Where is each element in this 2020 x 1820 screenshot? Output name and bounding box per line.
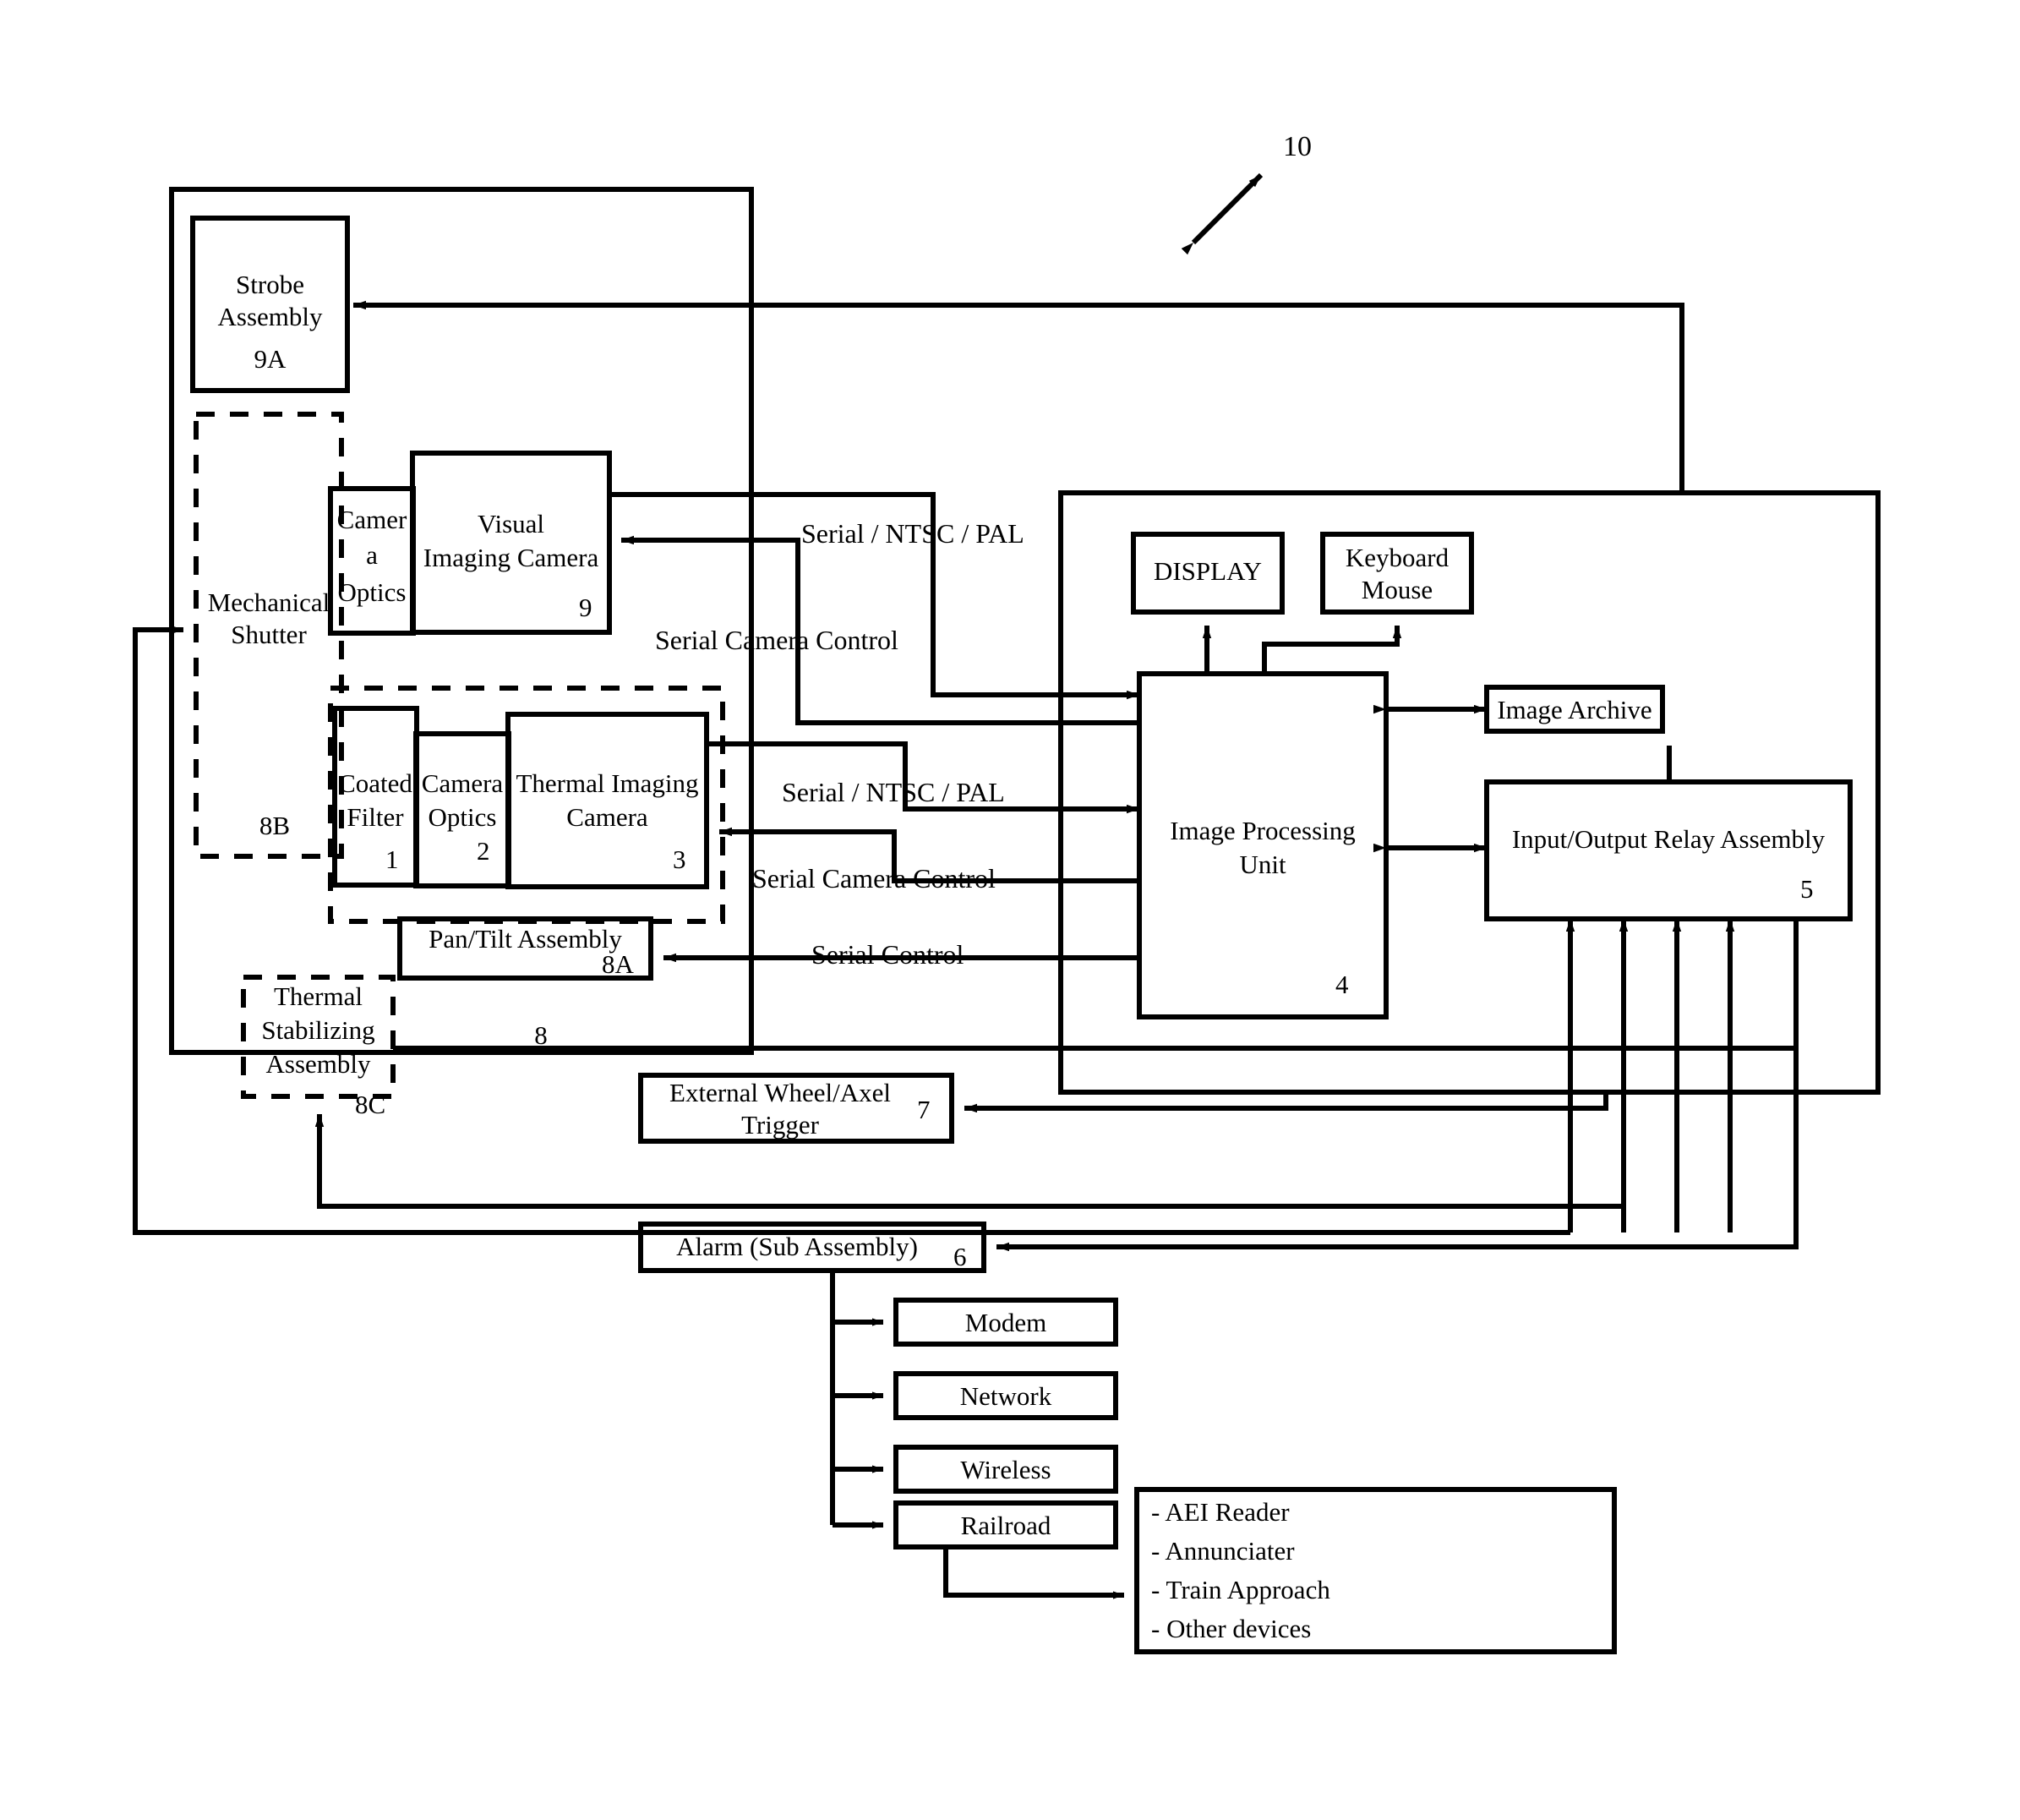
signal-label-thermal-control: Serial Camera Control xyxy=(752,863,996,894)
signal-label-visual-video: Serial / NTSC / PAL xyxy=(801,518,1024,549)
block-thermal-imaging-camera-ref: 3 xyxy=(673,844,686,874)
block-camera-enclosure-ref: 8 xyxy=(534,1020,548,1050)
block-visual-imaging-camera-ref: 9 xyxy=(579,593,592,622)
signal-label-pan-tilt-control: Serial Control xyxy=(811,939,964,970)
patent-figure-canvas: 10 Strobe Assembly 9A Mechanical Shutter… xyxy=(0,0,2020,1820)
block-pan-tilt-assembly-ref: 8A xyxy=(602,949,634,979)
block-mechanical-shutter-label-line2: Shutter xyxy=(231,620,307,649)
block-io-relay-assembly-label: Input/Output Relay Assembly xyxy=(1511,824,1826,854)
block-camera-optics-thermal-ref: 2 xyxy=(477,836,490,866)
railroad-device-item-1: - Annunciater xyxy=(1151,1536,1295,1566)
block-image-archive-label: Image Archive xyxy=(1497,695,1652,724)
block-modem-label: Modem xyxy=(964,1308,1047,1337)
signal-label-visual-control: Serial Camera Control xyxy=(655,625,898,655)
block-external-trigger-line2: Trigger xyxy=(741,1110,819,1140)
block-image-processing-unit-ref: 4 xyxy=(1335,970,1349,999)
block-camera-optics-thermal-line1: Camera xyxy=(421,768,504,798)
block-camera-optics-thermal-line2: Optics xyxy=(428,802,497,832)
signal-label-thermal-video: Serial / NTSC / PAL xyxy=(782,777,1005,807)
block-image-processing-unit-line2: Unit xyxy=(1239,850,1286,879)
block-thermal-stabilizing-ref: 8C xyxy=(355,1090,386,1119)
block-thermal-stabilizing-line1: Thermal xyxy=(273,981,363,1011)
block-visual-imaging-camera-line2: Imaging Camera xyxy=(423,543,599,572)
block-strobe-assembly-label-line2: Assembly xyxy=(217,302,323,331)
block-strobe-assembly-ref: 9A xyxy=(254,344,287,374)
railroad-device-item-3: - Other devices xyxy=(1151,1614,1312,1643)
block-io-relay-assembly-ref: 5 xyxy=(1800,874,1814,904)
block-camera-optics-visual-line1: Camer xyxy=(336,505,407,534)
block-thermal-stabilizing-line2: Stabilizing xyxy=(261,1015,375,1045)
block-camera-optics-visual-line2: a xyxy=(366,540,378,570)
block-alarm-sub-assembly-label: Alarm (Sub Assembly) xyxy=(676,1232,918,1261)
block-external-trigger-ref: 7 xyxy=(917,1095,931,1124)
block-external-trigger-line1: External Wheel/Axel xyxy=(669,1078,891,1107)
block-network-label: Network xyxy=(959,1381,1052,1411)
block-keyboard-mouse-line2: Mouse xyxy=(1361,575,1433,604)
block-coated-filter-ref: 1 xyxy=(385,844,399,874)
block-display-label: DISPLAY xyxy=(1153,556,1263,586)
block-coated-filter-line1: Coated xyxy=(338,768,412,798)
block-wireless-label: Wireless xyxy=(960,1455,1051,1484)
block-thermal-stabilizing-line3: Assembly xyxy=(265,1049,371,1079)
block-thermal-imaging-camera-line1: Thermal Imaging xyxy=(516,768,699,798)
block-image-processing-unit-line1: Image Processing xyxy=(1170,816,1356,845)
figure-reference-numeral: 10 xyxy=(1283,131,1312,162)
block-railroad-label: Railroad xyxy=(960,1511,1051,1540)
railroad-device-item-2: - Train Approach xyxy=(1151,1575,1330,1604)
block-mechanical-shutter-ref: 8B xyxy=(259,811,291,840)
block-mechanical-shutter-label-line1: Mechanical xyxy=(207,588,330,617)
block-keyboard-mouse-line1: Keyboard xyxy=(1345,543,1449,572)
block-coated-filter-line2: Filter xyxy=(347,802,404,832)
block-thermal-imaging-camera-line2: Camera xyxy=(566,802,648,832)
block-visual-imaging-camera-line1: Visual xyxy=(477,509,545,538)
block-alarm-sub-assembly-ref: 6 xyxy=(953,1242,967,1271)
railroad-device-item-0: - AEI Reader xyxy=(1151,1497,1290,1527)
block-strobe-assembly-label-line1: Strobe xyxy=(236,270,304,299)
block-camera-optics-visual-line3: Optics xyxy=(337,577,407,607)
